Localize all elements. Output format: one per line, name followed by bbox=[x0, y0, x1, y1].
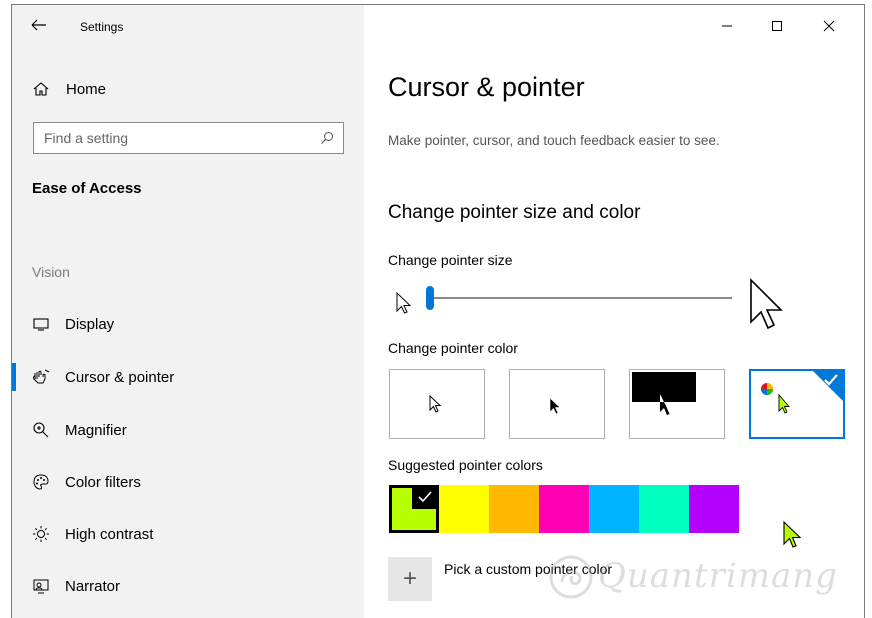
high-contrast-icon bbox=[33, 526, 49, 542]
section-title: Ease of Access bbox=[32, 180, 142, 197]
watermark: Quantrimang bbox=[548, 550, 838, 606]
close-button[interactable] bbox=[806, 5, 852, 45]
sidebar-item-label: Color filters bbox=[65, 474, 141, 491]
watermark-logo-icon bbox=[549, 555, 593, 599]
inverted-pointer-icon bbox=[632, 372, 696, 415]
pointer-size-slider-thumb[interactable] bbox=[426, 286, 434, 310]
main-content: Cursor & pointer Make pointer, cursor, a… bbox=[364, 5, 864, 618]
pointer-color-black-option[interactable] bbox=[509, 369, 605, 439]
magnifier-icon bbox=[33, 422, 49, 438]
sidebar-item-display[interactable]: Display bbox=[12, 304, 364, 344]
active-indicator bbox=[12, 363, 16, 391]
window-title: Settings bbox=[80, 20, 124, 34]
narrator-icon bbox=[33, 579, 49, 594]
suggested-color-swatch[interactable] bbox=[489, 485, 539, 533]
sidebar-item-label: Magnifier bbox=[65, 422, 127, 439]
plus-icon: + bbox=[402, 565, 417, 592]
pointer-color-white-option[interactable] bbox=[389, 369, 485, 439]
suggested-color-swatch[interactable] bbox=[389, 485, 439, 533]
back-arrow-icon bbox=[31, 19, 46, 31]
section-heading: Change pointer size and color bbox=[388, 202, 641, 223]
sidebar-item-home[interactable]: Home bbox=[12, 71, 364, 107]
sidebar-item-magnifier[interactable]: Magnifier bbox=[12, 410, 364, 450]
close-icon bbox=[823, 20, 835, 32]
home-icon bbox=[33, 82, 49, 96]
search-input[interactable]: Find a setting bbox=[33, 122, 344, 154]
minimize-icon bbox=[722, 25, 732, 27]
sidebar-item-label: Display bbox=[65, 316, 115, 333]
maximize-button[interactable] bbox=[754, 5, 800, 45]
settings-window: Settings Home Find a setting Ease of Acc… bbox=[0, 0, 872, 618]
home-label: Home bbox=[66, 81, 107, 98]
add-custom-color-button[interactable]: + bbox=[388, 557, 432, 601]
suggested-color-swatch[interactable] bbox=[589, 485, 639, 533]
suggested-colors-label: Suggested pointer colors bbox=[388, 457, 543, 473]
small-pointer-icon bbox=[396, 291, 412, 314]
suggested-color-swatch[interactable] bbox=[639, 485, 689, 533]
page-title: Cursor & pointer bbox=[388, 72, 585, 102]
mouse-pointer-icon bbox=[783, 520, 802, 548]
minimize-button[interactable] bbox=[704, 5, 750, 45]
checkmark-icon bbox=[412, 485, 439, 509]
page-description: Make pointer, cursor, and touch feedback… bbox=[388, 133, 720, 148]
watermark-text: Quantrimang bbox=[598, 556, 838, 596]
black-pointer-icon bbox=[549, 397, 561, 415]
display-icon bbox=[33, 318, 49, 331]
color-filters-icon bbox=[33, 474, 49, 490]
suggested-color-swatch[interactable] bbox=[539, 485, 589, 533]
group-label-vision: Vision bbox=[32, 264, 70, 280]
sidebar-item-label: Cursor & pointer bbox=[65, 369, 175, 386]
pointer-color-custom-option[interactable] bbox=[749, 369, 845, 439]
sidebar-item-label: High contrast bbox=[65, 526, 154, 543]
window-frame-right bbox=[866, 0, 872, 618]
pointer-color-label: Change pointer color bbox=[388, 340, 518, 356]
white-pointer-icon bbox=[429, 394, 442, 413]
search-placeholder: Find a setting bbox=[44, 130, 129, 146]
window-border-right bbox=[864, 4, 865, 618]
sidebar-item-high-contrast[interactable]: High contrast bbox=[12, 514, 364, 554]
cursor-pointer-icon bbox=[33, 369, 50, 384]
sidebar-item-color-filters[interactable]: Color filters bbox=[12, 462, 364, 502]
large-pointer-icon bbox=[750, 278, 783, 330]
title-bar: Settings bbox=[12, 5, 364, 45]
pointer-color-inverted-option[interactable] bbox=[629, 369, 725, 439]
sidebar-item-narrator[interactable]: Narrator bbox=[12, 566, 364, 606]
search-icon bbox=[321, 132, 333, 144]
suggested-color-swatch[interactable] bbox=[689, 485, 739, 533]
maximize-icon bbox=[772, 21, 782, 31]
pointer-size-slider-track[interactable] bbox=[427, 297, 732, 299]
window-controls bbox=[704, 5, 864, 45]
sidebar: Settings Home Find a setting Ease of Acc… bbox=[12, 5, 364, 618]
pointer-size-label: Change pointer size bbox=[388, 252, 513, 268]
sidebar-item-cursor-pointer[interactable]: Cursor & pointer bbox=[12, 357, 364, 397]
custom-color-preview-icon bbox=[761, 371, 843, 414]
back-button[interactable] bbox=[30, 16, 50, 36]
sidebar-item-label: Narrator bbox=[65, 578, 121, 595]
suggested-color-swatch[interactable] bbox=[439, 485, 489, 533]
